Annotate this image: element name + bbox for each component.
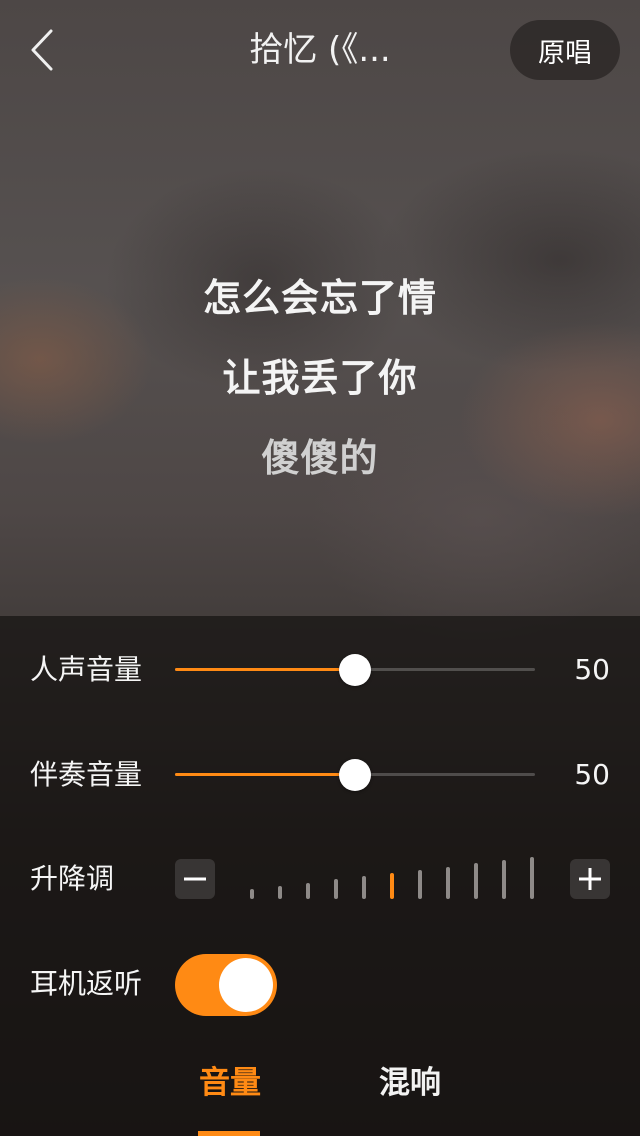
back-button[interactable]: [20, 26, 64, 74]
slider-thumb[interactable]: [339, 759, 371, 791]
vocal-volume-value: 50: [574, 653, 610, 686]
original-vocal-button[interactable]: 原唱: [510, 20, 620, 80]
accompaniment-volume-value: 50: [574, 758, 610, 791]
lyric-line: 让我丢了你: [222, 356, 418, 400]
lyrics-area: 怎么会忘了情 让我丢了你 傻傻的: [0, 258, 640, 498]
lyric-line: 傻傻的: [261, 436, 379, 480]
song-title: 拾忆 (《...: [249, 30, 391, 70]
slider-thumb[interactable]: [339, 654, 371, 686]
ear-monitor-label: 耳机返听: [30, 967, 143, 1000]
active-tab-indicator: [198, 1131, 260, 1136]
accompaniment-volume-label: 伴奏音量: [30, 758, 143, 791]
pitch-tick: [502, 860, 506, 899]
pitch-tick: [474, 863, 478, 899]
vocal-volume-slider[interactable]: [175, 640, 535, 700]
pitch-tick: [530, 857, 534, 899]
pitch-tick: [306, 882, 310, 899]
pitch-tick: [362, 876, 366, 899]
lyric-line: 怎么会忘了情: [202, 276, 437, 320]
minus-icon: [184, 877, 206, 881]
vocal-volume-label: 人声音量: [30, 653, 143, 686]
pitch-down-button[interactable]: [175, 859, 215, 899]
accompaniment-volume-slider[interactable]: [175, 745, 535, 805]
toggle-knob: [219, 958, 273, 1012]
pitch-tick: [334, 879, 338, 899]
karaoke-screen: 拾忆 (《... 原唱 怎么会忘了情 让我丢了你 傻傻的 人声音量 50 伴奏音…: [0, 0, 640, 1136]
ear-monitor-row: 耳机返听: [0, 954, 640, 1016]
top-bar: 拾忆 (《... 原唱: [0, 0, 640, 100]
pitch-up-button[interactable]: [570, 859, 610, 899]
chevron-left-icon: [31, 29, 53, 71]
tab-reverb[interactable]: 混响: [370, 1058, 450, 1108]
vocal-volume-row: 人声音量 50: [0, 640, 640, 700]
slider-fill: [175, 668, 355, 671]
ear-monitor-toggle[interactable]: [175, 954, 277, 1016]
pitch-tick: [250, 889, 254, 899]
pitch-tick: [418, 869, 422, 899]
pitch-row: 升降调: [0, 849, 640, 909]
pitch-scale[interactable]: [232, 849, 552, 909]
pitch-tick-active: [390, 873, 394, 899]
plus-icon: [579, 868, 601, 890]
pitch-tick: [446, 866, 450, 899]
accompaniment-volume-row: 伴奏音量 50: [0, 745, 640, 805]
pitch-tick: [278, 885, 282, 899]
tab-volume[interactable]: 音量: [190, 1058, 270, 1108]
pitch-label: 升降调: [30, 862, 115, 895]
slider-fill: [175, 773, 355, 776]
